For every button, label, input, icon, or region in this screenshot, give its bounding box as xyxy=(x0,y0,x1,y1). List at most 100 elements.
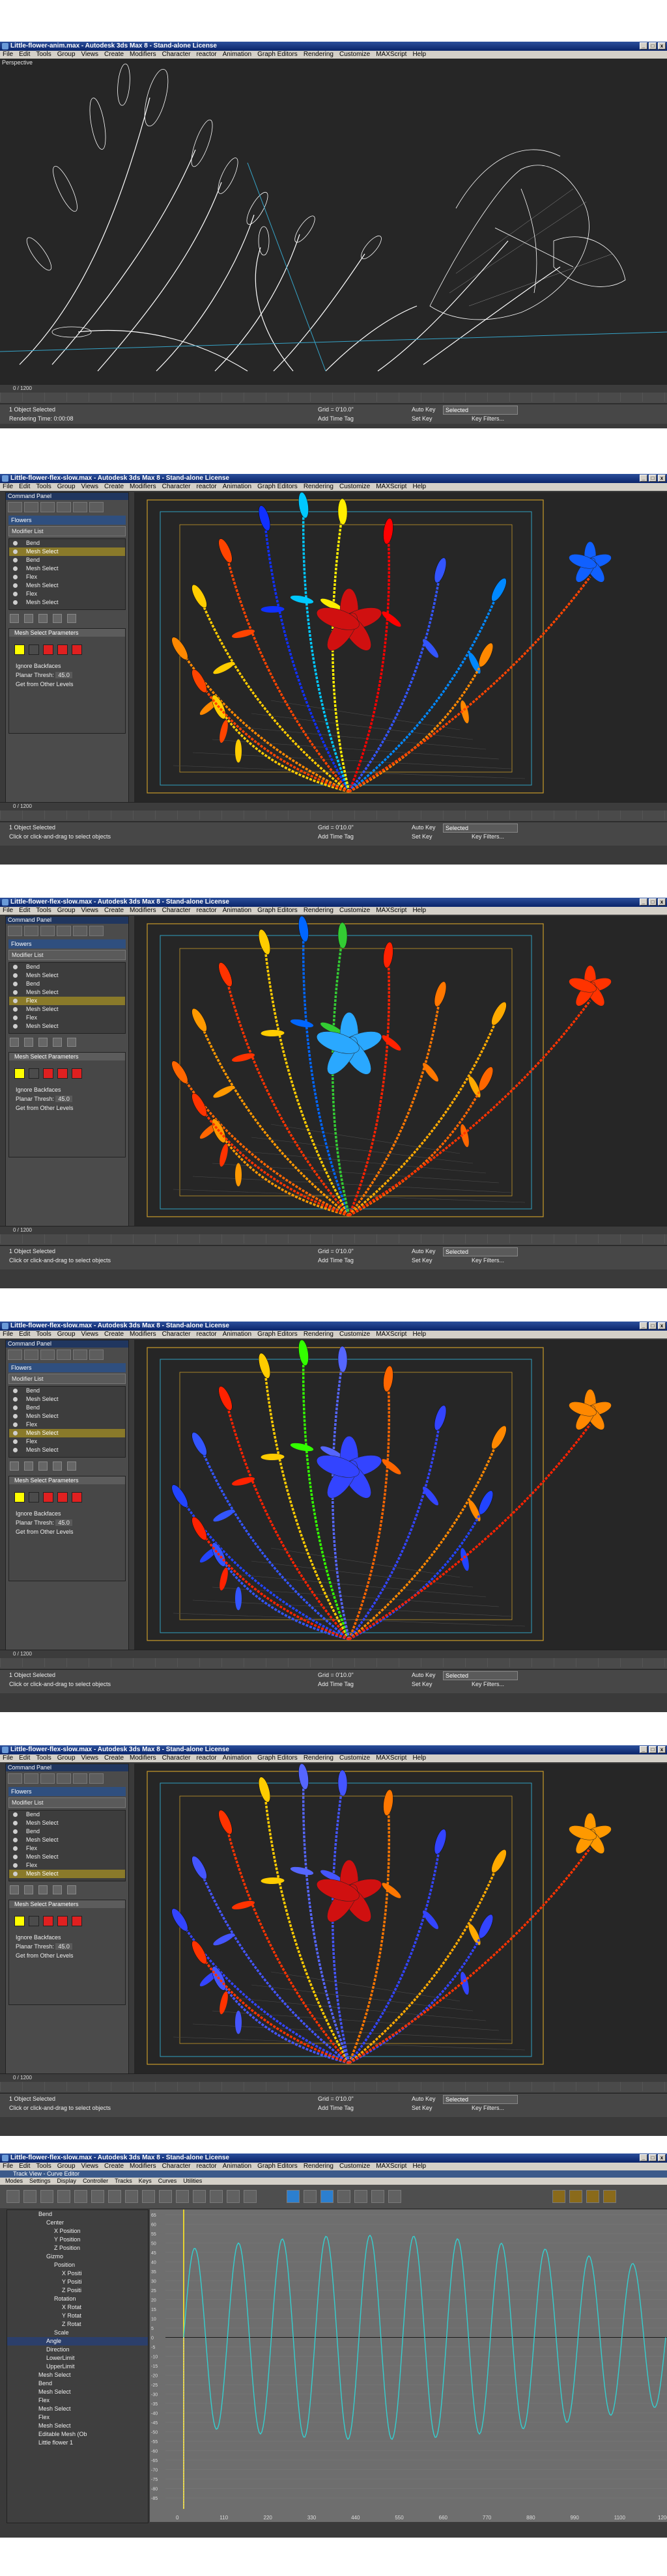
menu-file[interactable]: File xyxy=(3,2163,13,2170)
key-stats-icon[interactable] xyxy=(552,2190,565,2203)
hierarchy-tab-icon[interactable] xyxy=(40,926,55,936)
menu-character[interactable]: Character xyxy=(162,1754,191,1762)
menu-graph-editors[interactable]: Graph Editors xyxy=(257,51,298,59)
close-button[interactable]: x xyxy=(658,898,666,906)
set-key-button[interactable]: Set Key xyxy=(412,833,433,840)
minimize-button[interactable]: _ xyxy=(640,42,647,49)
controller-tree-item[interactable]: Gizmo xyxy=(7,2252,148,2261)
menu-reactor[interactable]: reactor xyxy=(197,907,217,915)
stack-item[interactable]: Bend xyxy=(9,963,125,971)
menu-rendering[interactable]: Rendering xyxy=(304,51,334,59)
perspective-viewport[interactable] xyxy=(134,1764,667,2073)
close-button[interactable]: x xyxy=(658,42,666,49)
menu-character[interactable]: Character xyxy=(162,51,191,59)
tv-menu-utilities[interactable]: Utilities xyxy=(183,2178,202,2185)
controller-tree-item[interactable]: X Positi xyxy=(7,2269,148,2278)
controller-tree-item[interactable]: Center xyxy=(7,2219,148,2227)
menu-edit[interactable]: Edit xyxy=(19,2163,30,2170)
track-bar[interactable] xyxy=(0,2082,667,2091)
controller-tree-item[interactable]: Bend xyxy=(7,2379,148,2388)
polygon-select-icon[interactable] xyxy=(57,1068,68,1079)
stack-item[interactable]: Mesh Select xyxy=(9,1412,125,1420)
menu-rendering[interactable]: Rendering xyxy=(304,2163,334,2170)
menu-maxscript[interactable]: MAXScript xyxy=(376,1331,406,1338)
menu-tools[interactable]: Tools xyxy=(36,483,51,491)
controller-tree-item[interactable]: Rotation xyxy=(7,2295,148,2303)
modifier-stack[interactable]: Bend Mesh Select Bend Mesh Select Flex Mesh S… xyxy=(8,962,126,1034)
minimize-button[interactable]: _ xyxy=(640,2154,647,2161)
key-mode-select[interactable]: Selected xyxy=(443,1247,518,1256)
ignore-backfaces-checkbox[interactable]: Ignore Backfaces xyxy=(16,1087,119,1093)
make-unique-icon[interactable] xyxy=(38,1461,48,1471)
add-time-tag[interactable]: Add Time Tag xyxy=(318,415,354,422)
get-from-other-levels[interactable]: Get from Other Levels xyxy=(16,1952,119,1959)
tv-menu-keys[interactable]: Keys xyxy=(139,2178,152,2185)
stack-item[interactable]: Mesh Select xyxy=(9,564,125,573)
menu-customize[interactable]: Customize xyxy=(339,1754,370,1762)
tangents-linear-icon[interactable] xyxy=(227,2190,240,2203)
get-from-other-levels[interactable]: Get from Other Levels xyxy=(16,1529,119,1535)
stack-item[interactable]: Mesh Select xyxy=(9,971,125,980)
menu-views[interactable]: Views xyxy=(81,1331,99,1338)
menu-customize[interactable]: Customize xyxy=(339,51,370,59)
minimize-button[interactable]: _ xyxy=(640,1746,647,1753)
move-key-icon[interactable] xyxy=(569,2190,582,2203)
menu-modifiers[interactable]: Modifiers xyxy=(130,51,156,59)
display-tab-icon[interactable] xyxy=(73,926,87,936)
motion-tab-icon[interactable] xyxy=(57,1350,71,1360)
menu-modifiers[interactable]: Modifiers xyxy=(130,1754,156,1762)
reduce-keys-icon[interactable] xyxy=(125,2190,138,2203)
stack-item[interactable]: Bend xyxy=(9,980,125,988)
rollout-title[interactable]: Mesh Select Parameters xyxy=(9,1900,125,1908)
menu-reactor[interactable]: reactor xyxy=(197,1754,217,1762)
menu-file[interactable]: File xyxy=(3,1331,13,1338)
menu-group[interactable]: Group xyxy=(57,2163,76,2170)
add-time-tag[interactable]: Add Time Tag xyxy=(318,833,354,840)
perspective-viewport[interactable] xyxy=(134,492,667,802)
controller-tree-item[interactable]: Y Position xyxy=(7,2236,148,2244)
auto-key-button[interactable]: Auto Key xyxy=(412,1248,436,1254)
maximize-button[interactable]: □ xyxy=(649,1746,657,1753)
show-end-result-icon[interactable] xyxy=(24,614,33,623)
stack-item[interactable]: Mesh Select xyxy=(9,1429,125,1437)
stack-item[interactable]: Mesh Select xyxy=(9,1836,125,1844)
hierarchy-tab-icon[interactable] xyxy=(40,1350,55,1360)
scale-values-icon[interactable] xyxy=(74,2190,87,2203)
menu-character[interactable]: Character xyxy=(162,483,191,491)
configure-sets-icon[interactable] xyxy=(67,614,76,623)
stack-item[interactable]: Flex xyxy=(9,1437,125,1446)
minimize-button[interactable]: _ xyxy=(640,1322,647,1329)
stack-item[interactable]: Bend xyxy=(9,1827,125,1836)
show-end-result-icon[interactable] xyxy=(24,1461,33,1471)
controller-tree-item[interactable]: X Position xyxy=(7,2227,148,2236)
controller-tree-item[interactable]: Bend xyxy=(7,2210,148,2219)
controller-tree-item[interactable]: Scale xyxy=(7,2329,148,2337)
stack-item[interactable]: Mesh Select xyxy=(9,1853,125,1861)
lock-tangents-icon[interactable] xyxy=(388,2190,401,2203)
element-select-icon[interactable] xyxy=(72,644,82,655)
tv-menu-tracks[interactable]: Tracks xyxy=(115,2178,132,2185)
menu-animation[interactable]: Animation xyxy=(223,907,251,915)
controller-tree-item[interactable]: X Rotat xyxy=(7,2303,148,2312)
menu-animation[interactable]: Animation xyxy=(223,1754,251,1762)
object-name-field[interactable]: Flowers xyxy=(8,1787,126,1796)
menu-modifiers[interactable]: Modifiers xyxy=(130,907,156,915)
move-keys-icon[interactable] xyxy=(23,2190,36,2203)
tv-menu-modes[interactable]: Modes xyxy=(5,2178,23,2185)
maximize-button[interactable]: □ xyxy=(649,898,657,906)
controller-tree-item[interactable]: Z Positi xyxy=(7,2286,148,2295)
close-button[interactable]: x xyxy=(658,2154,666,2161)
menu-create[interactable]: Create xyxy=(104,483,124,491)
pin-stack-icon[interactable] xyxy=(10,1461,19,1471)
menu-graph-editors[interactable]: Graph Editors xyxy=(257,2163,298,2170)
stack-item[interactable]: Flex xyxy=(9,1014,125,1022)
menu-edit[interactable]: Edit xyxy=(19,51,30,59)
planar-thresh-spinner[interactable]: 45.0 xyxy=(55,672,72,678)
controller-tree-item[interactable]: Mesh Select xyxy=(7,2422,148,2430)
key-filters-button[interactable]: Key Filters... xyxy=(472,1681,504,1687)
edge-select-icon[interactable] xyxy=(29,1068,39,1079)
menu-rendering[interactable]: Rendering xyxy=(304,1754,334,1762)
menu-create[interactable]: Create xyxy=(104,907,124,915)
stack-item[interactable]: Bend xyxy=(9,556,125,564)
menu-maxscript[interactable]: MAXScript xyxy=(376,51,406,59)
